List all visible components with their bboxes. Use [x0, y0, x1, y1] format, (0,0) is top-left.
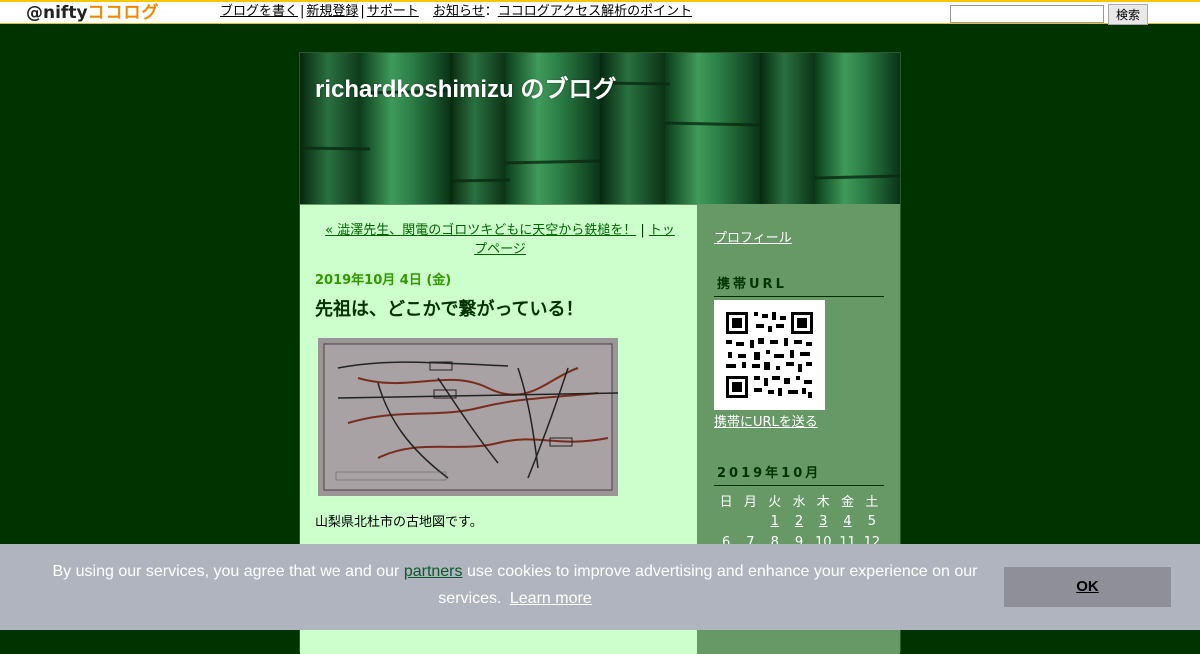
logo-brand: ココログ	[87, 3, 160, 23]
post-date: 2019年10月 4日 (金)	[315, 273, 452, 288]
calendar-day-link[interactable]: 1	[771, 514, 779, 529]
nav-separator: |	[300, 4, 305, 19]
mobile-url-heading: 携帯URL	[714, 273, 884, 297]
cookie-message: By using our services, you agree that we…	[40, 558, 990, 612]
weekday-label: 月	[743, 495, 757, 510]
weekday-label: 日	[719, 495, 733, 510]
calendar-heading: 2019年10月	[714, 462, 884, 486]
map-drawing	[323, 343, 619, 491]
calendar-day	[738, 511, 762, 532]
weekday-label: 金	[841, 495, 855, 510]
calendar-day-link-cell: 3	[811, 511, 835, 532]
calendar-day-link-cell: 2	[787, 511, 811, 532]
cookie-text-before: By using our services, you agree that we…	[52, 563, 404, 580]
old-map-image[interactable]	[318, 338, 619, 496]
profile-link[interactable]: プロフィール	[714, 227, 792, 246]
calendar-weekday-row: 日 月 火 水 木 金 土	[714, 490, 884, 511]
cookie-ok-button[interactable]: OK	[1004, 567, 1171, 607]
nav-separator: |	[360, 4, 365, 19]
qr-code-image	[714, 300, 825, 410]
cookie-consent-bar: By using our services, you agree that we…	[0, 544, 1200, 630]
send-url-to-mobile-link[interactable]: 携帯にURLを送る	[714, 411, 818, 430]
calendar-day: 5	[867, 514, 876, 529]
calendar-day-link[interactable]: 3	[819, 514, 827, 529]
calendar-day-link[interactable]: 2	[795, 514, 803, 529]
partners-link[interactable]: partners	[404, 563, 463, 580]
post-body-text: 山梨県北杜市の古地図です。	[315, 515, 483, 530]
notice-article-link[interactable]: ココログアクセス解析のポイント	[498, 4, 692, 19]
calendar-day-link[interactable]: 4	[843, 514, 851, 529]
notice-colon: ：	[484, 4, 498, 19]
support-link[interactable]: サポート	[367, 4, 419, 19]
blog-title[interactable]: richardkoshimizu のブログ	[315, 69, 616, 104]
search-button[interactable]: 検索	[1108, 4, 1148, 25]
post-navigation: « 澁澤先生、関電のゴロツキどもに天空から鉄槌を！ | トップページ	[320, 221, 680, 259]
calendar-week-row: 1 2 3 4 5	[714, 511, 884, 532]
qr-code-icon	[714, 300, 825, 410]
write-blog-link[interactable]: ブログを書く	[220, 4, 298, 19]
weekday-label: 木	[816, 495, 830, 510]
post-title[interactable]: 先祖は、どこかで繋がっている！	[315, 295, 584, 321]
weekday-label: 土	[865, 495, 879, 510]
previous-post-link[interactable]: « 澁澤先生、関電のゴロツキどもに天空から鉄槌を！	[325, 223, 636, 238]
search-input[interactable]	[950, 5, 1104, 23]
weekday-label: 火	[768, 495, 782, 510]
calendar-day-link-cell: 1	[763, 511, 787, 532]
logo-prefix: @nifty	[26, 3, 88, 23]
notice-link[interactable]: お知らせ	[433, 4, 485, 19]
post-nav-separator: |	[636, 223, 649, 238]
weekday-label: 水	[792, 495, 806, 510]
nifty-top-bar: @niftyココログ ブログを書く | 新規登録 | サポート お知らせ：ココログアクセ…	[0, 0, 1200, 25]
learn-more-link[interactable]: Learn more	[510, 590, 592, 607]
calendar-day	[714, 511, 738, 532]
cocolog-logo[interactable]: @niftyココログ	[26, 3, 160, 23]
bamboo-banner: richardkoshimizu のブログ	[300, 53, 900, 204]
calendar-day-link-cell: 4	[835, 511, 859, 532]
register-link[interactable]: 新規登録	[306, 4, 358, 19]
top-nav: ブログを書く | 新規登録 | サポート お知らせ：ココログアクセス解析のポイント	[220, 3, 692, 21]
